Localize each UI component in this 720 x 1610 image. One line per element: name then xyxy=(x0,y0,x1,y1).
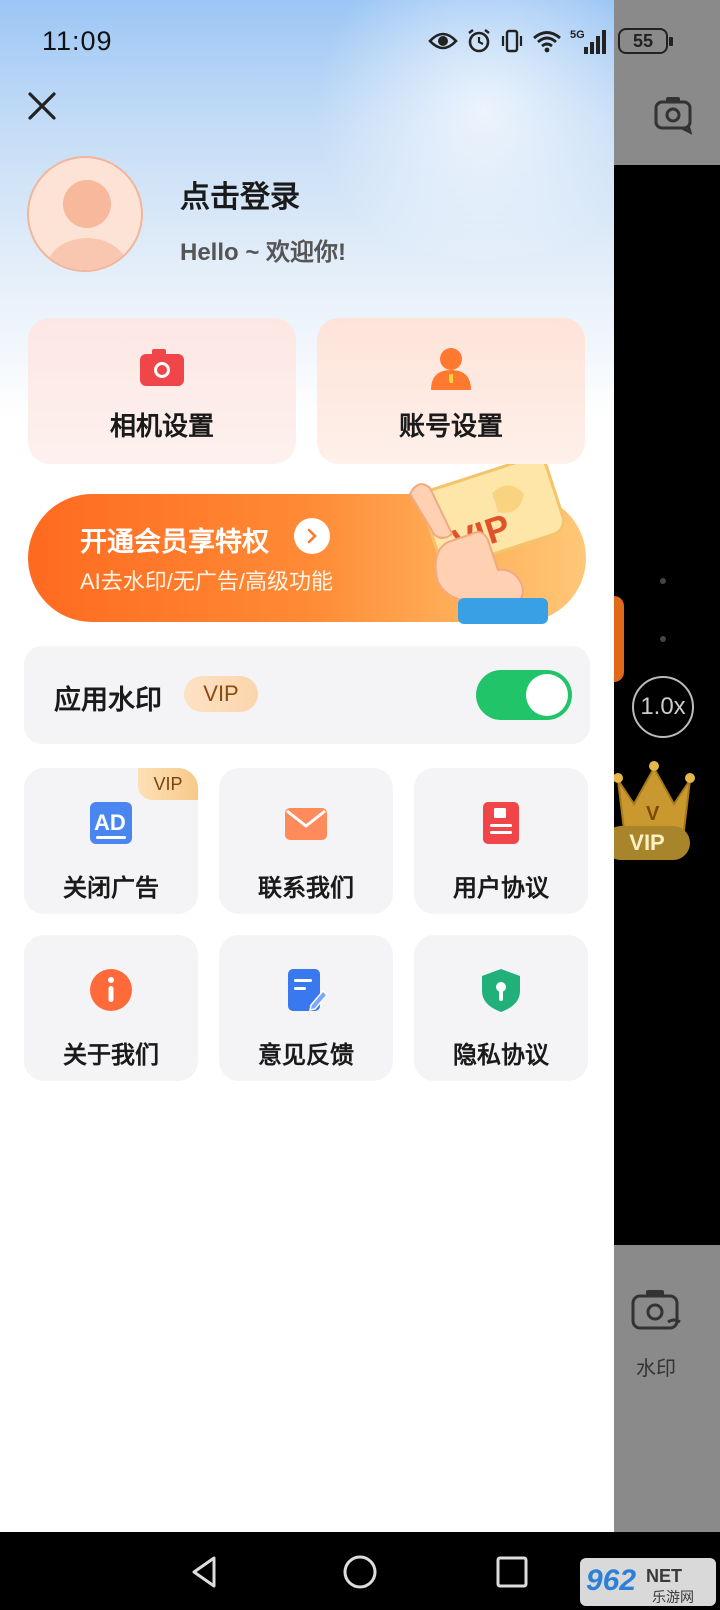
vip-corner-badge: VIP xyxy=(138,768,198,800)
person-icon xyxy=(431,348,471,390)
logo-brand: 962 xyxy=(586,1564,636,1597)
side-drawer: 点击登录 Hello ~ 欢迎你! 相机设置 账号设置 开通会员享特权 AI去水… xyxy=(0,0,614,1532)
status-time: 11:09 xyxy=(42,26,113,56)
camera-settings-button[interactable]: 相机设置 xyxy=(28,318,296,464)
switch-camera-icon[interactable] xyxy=(652,92,696,136)
close-ads-label: 关闭广告 xyxy=(63,875,159,902)
logo-name: 乐游网 xyxy=(652,1590,694,1606)
about-us-button[interactable]: 关于我们 xyxy=(24,935,198,1081)
about-us-label: 关于我们 xyxy=(63,1042,159,1069)
account-settings-button[interactable]: 账号设置 xyxy=(317,318,585,464)
signal-5g-icon: 5G xyxy=(570,29,606,54)
contact-us-button[interactable]: 联系我们 xyxy=(219,768,393,914)
svg-text:AD: AD xyxy=(94,810,126,835)
logo-suffix: NET xyxy=(646,1566,682,1586)
vip-membership-banner[interactable]: 开通会员享特权 AI去水印/无广告/高级功能 VIP xyxy=(28,464,586,624)
indicator-dot xyxy=(660,578,666,584)
contact-us-label: 联系我们 xyxy=(258,875,354,902)
vibrate-icon xyxy=(501,29,523,53)
ad-icon: AD xyxy=(90,802,132,844)
svg-text:V: V xyxy=(646,803,660,825)
login-subtitle: Hello ~ 欢迎你! xyxy=(180,239,347,266)
feedback-button[interactable]: 意见反馈 xyxy=(219,935,393,1081)
wifi-icon xyxy=(533,31,561,53)
user-avatar-icon xyxy=(47,180,127,270)
shield-icon xyxy=(482,969,520,1012)
status-icons: 5G 55 xyxy=(428,24,673,58)
mail-icon xyxy=(285,808,327,840)
back-icon[interactable] xyxy=(186,1554,222,1590)
watermark-toggle[interactable] xyxy=(476,670,572,720)
site-watermark-logo: 962 NET 乐游网 xyxy=(580,1558,716,1606)
document-icon xyxy=(483,802,519,844)
camera-icon xyxy=(140,349,184,386)
apply-watermark-row: 应用水印 VIP xyxy=(24,646,590,744)
indicator-dot xyxy=(660,636,666,642)
camera-settings-label: 相机设置 xyxy=(109,411,214,441)
vip-card-hand-icon: VIP xyxy=(408,464,566,624)
account-settings-label: 账号设置 xyxy=(398,411,503,441)
toggle-knob xyxy=(526,674,568,716)
feedback-icon xyxy=(288,969,329,1011)
apply-watermark-label: 应用水印 xyxy=(54,685,162,715)
home-icon[interactable] xyxy=(342,1554,378,1590)
eye-icon xyxy=(428,32,458,50)
watermark-label[interactable]: 水印 xyxy=(636,1352,676,1381)
vip-banner-subtitle: AI去水印/无广告/高级功能 xyxy=(80,569,334,594)
zoom-button[interactable]: 1.0x xyxy=(632,676,694,738)
login-title[interactable]: 点击登录 xyxy=(180,172,300,216)
vip-banner-title: 开通会员享特权 xyxy=(80,527,269,557)
privacy-policy-button[interactable]: 隐私协议 xyxy=(414,935,588,1081)
status-bar: 11:09 5G 55 xyxy=(0,0,720,84)
feedback-label: 意见反馈 xyxy=(258,1042,354,1069)
alarm-icon xyxy=(468,29,490,53)
user-agreement-label: 用户协议 xyxy=(453,875,549,902)
close-ads-button[interactable]: VIP AD 关闭广告 xyxy=(24,768,198,914)
close-icon[interactable] xyxy=(22,86,62,126)
privacy-policy-label: 隐私协议 xyxy=(453,1042,549,1069)
battery-indicator: 55 xyxy=(618,28,673,54)
vip-badge: VIP xyxy=(184,676,258,712)
avatar[interactable] xyxy=(27,156,143,272)
network-type: 5G xyxy=(570,29,585,41)
recents-icon[interactable] xyxy=(494,1554,530,1590)
chevron-right-icon xyxy=(294,518,330,554)
vip-badge[interactable]: VIP xyxy=(604,826,690,860)
user-agreement-button[interactable]: 用户协议 xyxy=(414,768,588,914)
watermark-icon[interactable] xyxy=(630,1286,684,1332)
info-icon xyxy=(90,969,132,1011)
